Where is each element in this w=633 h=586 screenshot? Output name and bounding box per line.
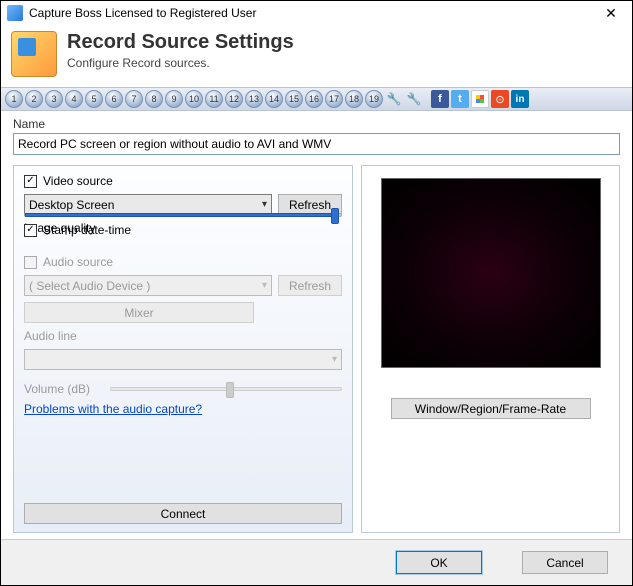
- audio-source-checkbox[interactable]: [24, 256, 37, 269]
- audio-device-select: ( Select Audio Device ): [24, 275, 272, 296]
- video-device-select[interactable]: Desktop Screen: [24, 194, 272, 215]
- preset-17[interactable]: 17: [325, 90, 343, 108]
- volume-label: Volume (dB): [24, 382, 104, 396]
- window: Capture Boss Licensed to Registered User…: [0, 0, 633, 586]
- preset-14[interactable]: 14: [265, 90, 283, 108]
- ok-button[interactable]: OK: [396, 551, 482, 574]
- window-title: Capture Boss Licensed to Registered User: [29, 6, 596, 20]
- stamp-datetime-checkbox[interactable]: [24, 224, 37, 237]
- page-subtitle: Configure Record sources.: [67, 56, 294, 70]
- footer: OK Cancel: [1, 539, 632, 585]
- video-source-label: Video source: [43, 174, 113, 188]
- stumbleupon-icon[interactable]: ⊙: [491, 90, 509, 108]
- preset-8[interactable]: 8: [145, 90, 163, 108]
- preset-4[interactable]: 4: [65, 90, 83, 108]
- header: Record Source Settings Configure Record …: [1, 25, 632, 87]
- volume-slider: [110, 387, 342, 391]
- preset-2[interactable]: 2: [25, 90, 43, 108]
- source-panel: Video source Desktop Screen Refresh Imag…: [13, 165, 353, 533]
- preview-panel: Window/Region/Frame-Rate: [361, 165, 620, 533]
- preset-19[interactable]: 19: [365, 90, 383, 108]
- settings-hero-icon: [11, 31, 57, 77]
- preset-13[interactable]: 13: [245, 90, 263, 108]
- google-icon[interactable]: [471, 90, 489, 108]
- image-quality-slider[interactable]: [24, 213, 342, 217]
- stamp-datetime-label: Stamp date-time: [43, 223, 131, 237]
- preset-16[interactable]: 16: [305, 90, 323, 108]
- twitter-icon[interactable]: t: [451, 90, 469, 108]
- preset-18[interactable]: 18: [345, 90, 363, 108]
- audio-refresh-button: Refresh: [278, 275, 342, 296]
- audio-problems-link[interactable]: Problems with the audio capture?: [24, 402, 342, 416]
- wrench-icon[interactable]: 🔧: [385, 90, 403, 108]
- name-input[interactable]: [13, 133, 620, 155]
- preset-6[interactable]: 6: [105, 90, 123, 108]
- mixer-button: Mixer: [24, 302, 254, 323]
- facebook-icon[interactable]: f: [431, 90, 449, 108]
- cancel-button[interactable]: Cancel: [522, 551, 608, 574]
- preset-5[interactable]: 5: [85, 90, 103, 108]
- linkedin-icon[interactable]: in: [511, 90, 529, 108]
- preset-10[interactable]: 10: [185, 90, 203, 108]
- app-icon: [7, 5, 23, 21]
- preset-toolbar: 12345678910111213141516171819 🔧 🔧 f t ⊙ …: [1, 87, 632, 111]
- preset-11[interactable]: 11: [205, 90, 223, 108]
- content: Name Video source Desktop Screen Refresh…: [1, 111, 632, 539]
- titlebar: Capture Boss Licensed to Registered User…: [1, 1, 632, 25]
- preset-15[interactable]: 15: [285, 90, 303, 108]
- close-button[interactable]: ✕: [596, 2, 626, 24]
- video-source-checkbox[interactable]: [24, 175, 37, 188]
- preset-1[interactable]: 1: [5, 90, 23, 108]
- audio-line-label: Audio line: [24, 329, 342, 343]
- audio-line-select: [24, 349, 342, 370]
- window-region-framerate-button[interactable]: Window/Region/Frame-Rate: [391, 398, 591, 419]
- preset-9[interactable]: 9: [165, 90, 183, 108]
- wrench-icon-2[interactable]: 🔧: [405, 90, 423, 108]
- connect-button[interactable]: Connect: [24, 503, 342, 524]
- name-label: Name: [13, 117, 620, 131]
- preset-7[interactable]: 7: [125, 90, 143, 108]
- audio-source-label: Audio source: [43, 255, 113, 269]
- preset-12[interactable]: 12: [225, 90, 243, 108]
- page-title: Record Source Settings: [67, 31, 294, 54]
- preview-canvas: [381, 178, 601, 368]
- preset-3[interactable]: 3: [45, 90, 63, 108]
